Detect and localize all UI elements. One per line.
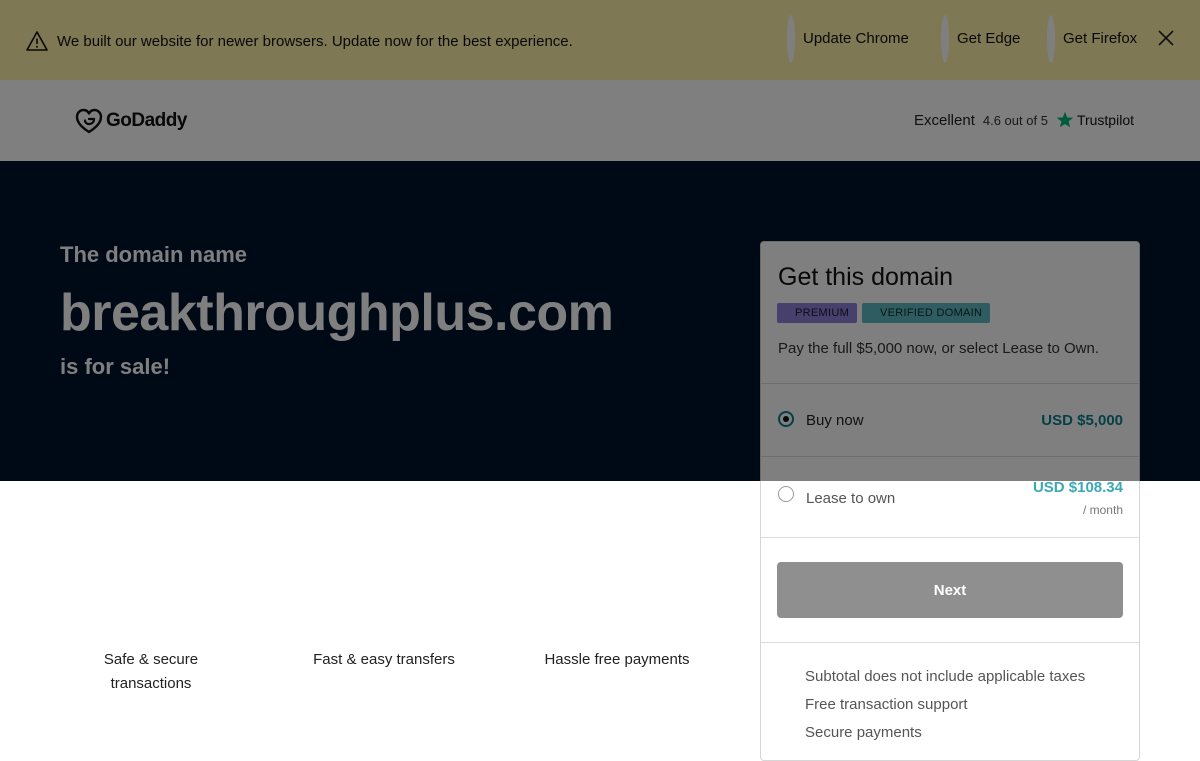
info-secure: Secure payments — [805, 724, 922, 741]
card-description: Pay the full $5,000 now, or select Lease… — [778, 340, 1100, 357]
option-label: Lease to own — [806, 490, 896, 507]
trustpilot-name: Trustpilot — [1076, 112, 1134, 128]
info-taxes: Subtotal does not include applicable tax… — [805, 668, 1086, 685]
next-button[interactable]: Next — [777, 562, 1123, 618]
get-firefox-link[interactable]: Get Firefox — [1063, 30, 1137, 47]
rating-label: Excellent — [914, 111, 975, 129]
divider — [761, 537, 1139, 538]
lease-radio[interactable] — [778, 486, 794, 502]
buy-now-radio[interactable] — [778, 411, 794, 427]
option-price-unit: / month — [1082, 503, 1123, 517]
browser-update-banner: We built our website for newer browsers.… — [0, 0, 1200, 80]
hero-intro: The domain name — [60, 242, 248, 267]
option-lease-to-own[interactable]: Lease to own USD $108.34 / month — [761, 457, 1139, 537]
get-edge-link[interactable]: Get Edge — [957, 30, 1020, 47]
banner-message: We built our website for newer browsers.… — [57, 33, 573, 50]
godaddy-logo[interactable]: GoDaddy — [75, 107, 187, 135]
warning-triangle-icon — [26, 31, 48, 51]
update-chrome-link[interactable]: Update Chrome — [803, 30, 909, 47]
info-support: Free transaction support — [805, 696, 968, 713]
godaddy-heart-icon — [75, 108, 103, 134]
feature-fast-transfers: Fast & easy transfers — [313, 651, 455, 668]
site-header: GoDaddy Excellent 4.6 out of 5 Trustpilo… — [0, 80, 1200, 161]
close-icon[interactable] — [1156, 28, 1176, 48]
domain-name-heading: breakthroughplus.com — [60, 284, 614, 342]
divider — [761, 642, 1139, 643]
option-buy-now[interactable]: Buy now USD $5,000 — [761, 384, 1139, 457]
trustpilot-rating[interactable]: Excellent 4.6 out of 5 Trustpilot — [914, 111, 1134, 129]
trustpilot-star-icon — [1056, 111, 1074, 128]
premium-badge: PREMIUM — [777, 303, 858, 323]
feature-hassle-free: Hassle free payments — [544, 651, 690, 668]
banner-link-pill — [1047, 15, 1055, 63]
hero-for-sale: is for sale! — [60, 354, 171, 379]
verified-domain-badge: VERIFIED DOMAIN — [862, 303, 991, 323]
banner-link-pill — [941, 15, 949, 63]
banner-link-pill — [787, 15, 795, 63]
logo-text: GoDaddy — [106, 110, 187, 131]
card-title: Get this domain — [778, 263, 954, 291]
option-price: USD $108.34 — [1032, 479, 1123, 496]
option-label: Buy now — [806, 412, 864, 429]
rating-score: 4.6 out of 5 — [982, 112, 1048, 128]
purchase-card: Get this domain PREMIUM VERIFIED DOMAIN … — [760, 241, 1140, 761]
feature-safe-secure: Safe & secure transactions — [103, 651, 199, 692]
option-price: USD $5,000 — [1041, 412, 1123, 429]
